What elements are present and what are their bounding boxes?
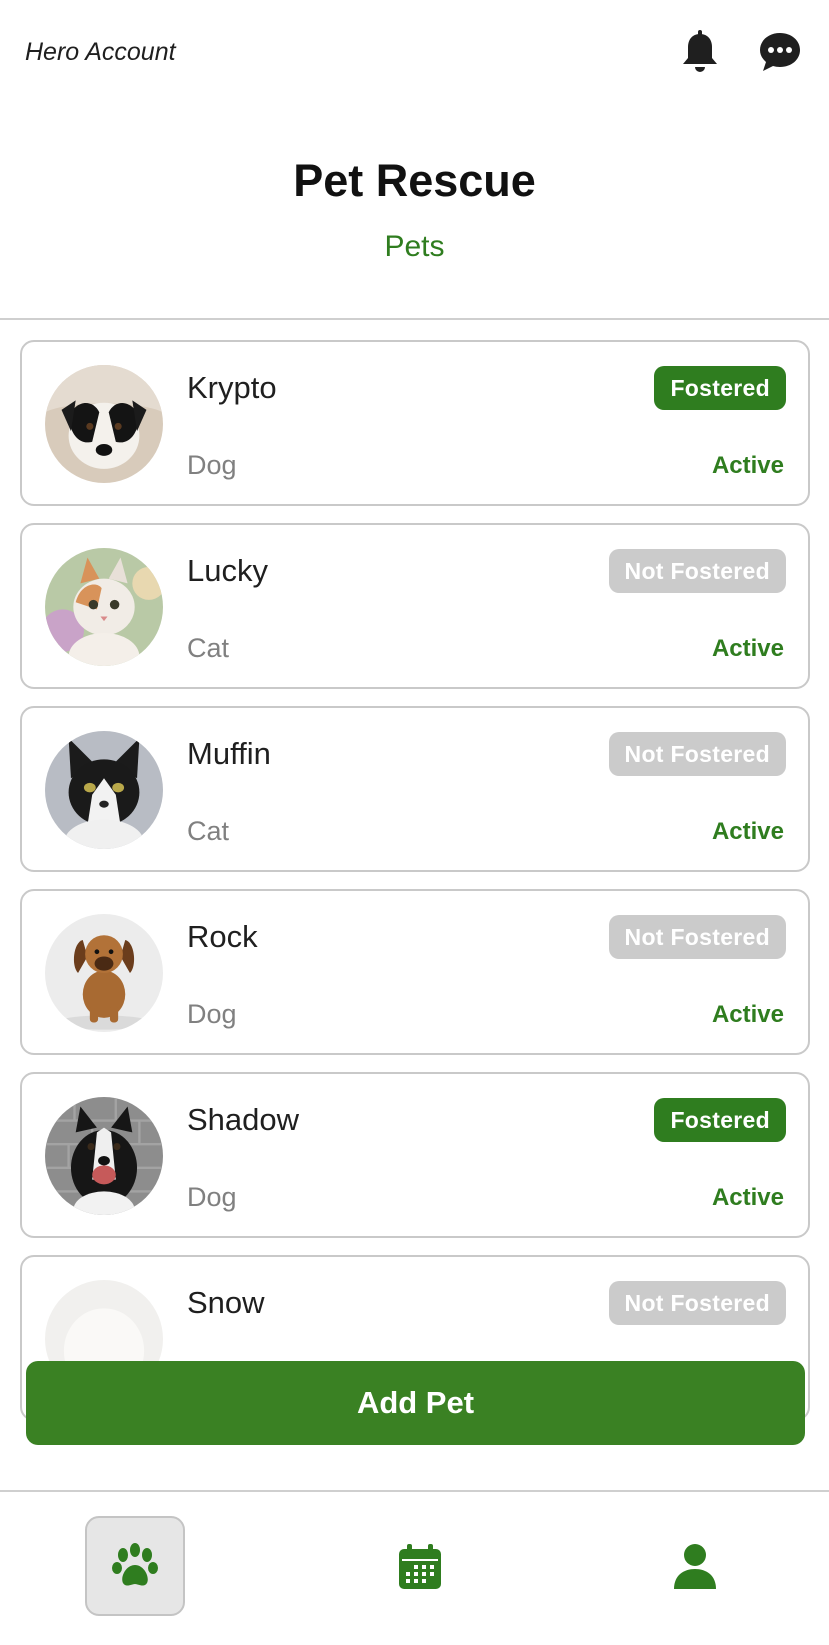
pet-card-muffin[interactable]: Muffin Cat Not Fostered Active bbox=[20, 706, 810, 872]
pet-avatar-cat bbox=[45, 548, 163, 666]
pet-card-shadow[interactable]: Shadow Dog Fostered Active bbox=[20, 1072, 810, 1238]
pet-card-krypto[interactable]: Krypto Dog Fostered Active bbox=[20, 340, 810, 506]
bell-icon[interactable] bbox=[680, 30, 726, 76]
pet-status: Active bbox=[711, 452, 784, 479]
pet-card-rock[interactable]: Rock Dog Not Fostered Active bbox=[20, 889, 810, 1055]
foster-status-badge: Fostered bbox=[654, 366, 786, 410]
pet-status: Active bbox=[711, 1184, 784, 1211]
pet-name: Rock bbox=[187, 919, 258, 954]
foster-status-badge: Not Fostered bbox=[608, 549, 786, 593]
tab-calendar[interactable] bbox=[370, 1516, 470, 1616]
pet-avatar-dog bbox=[45, 914, 163, 1032]
pet-type: Cat bbox=[187, 633, 230, 663]
pet-status: Active bbox=[711, 1001, 784, 1028]
account-label[interactable]: Hero Account bbox=[25, 38, 176, 67]
chat-bubble-icon[interactable] bbox=[758, 30, 804, 76]
calendar-icon bbox=[399, 1544, 441, 1589]
paw-icon bbox=[112, 1543, 158, 1586]
pet-name: Snow bbox=[187, 1285, 265, 1320]
pet-status: Active bbox=[711, 818, 784, 845]
pet-avatar-cat bbox=[45, 731, 163, 849]
pet-status: Active bbox=[711, 635, 784, 662]
pet-type: Dog bbox=[187, 1182, 237, 1212]
pet-type: Dog bbox=[187, 450, 237, 480]
pet-type: Dog bbox=[187, 999, 237, 1029]
tab-pets[interactable] bbox=[85, 1516, 185, 1616]
pet-type: Cat bbox=[187, 816, 230, 846]
pet-avatar-dog bbox=[45, 365, 163, 483]
pet-list[interactable]: Krypto Dog Fostered Active Lucky Cat Not… bbox=[0, 320, 829, 1488]
pet-name: Shadow bbox=[187, 1102, 300, 1137]
bottom-tab-bar bbox=[0, 1492, 829, 1645]
foster-status-badge: Not Fostered bbox=[608, 732, 786, 776]
pet-name: Lucky bbox=[187, 553, 268, 588]
person-icon bbox=[674, 1544, 716, 1589]
top-bar: Hero Account bbox=[0, 0, 829, 110]
pet-name: Krypto bbox=[187, 370, 277, 405]
page-subtitle: Pets bbox=[384, 230, 445, 263]
tab-profile[interactable] bbox=[645, 1516, 745, 1616]
pet-avatar-dog bbox=[45, 1097, 163, 1215]
foster-status-badge: Not Fostered bbox=[608, 915, 786, 959]
pet-name: Muffin bbox=[187, 736, 271, 771]
add-pet-button[interactable]: Add Pet bbox=[26, 1361, 805, 1445]
foster-status-badge: Fostered bbox=[654, 1098, 786, 1142]
page-title: Pet Rescue bbox=[293, 155, 536, 206]
pet-card-lucky[interactable]: Lucky Cat Not Fostered Active bbox=[20, 523, 810, 689]
foster-status-badge: Not Fostered bbox=[608, 1281, 786, 1325]
